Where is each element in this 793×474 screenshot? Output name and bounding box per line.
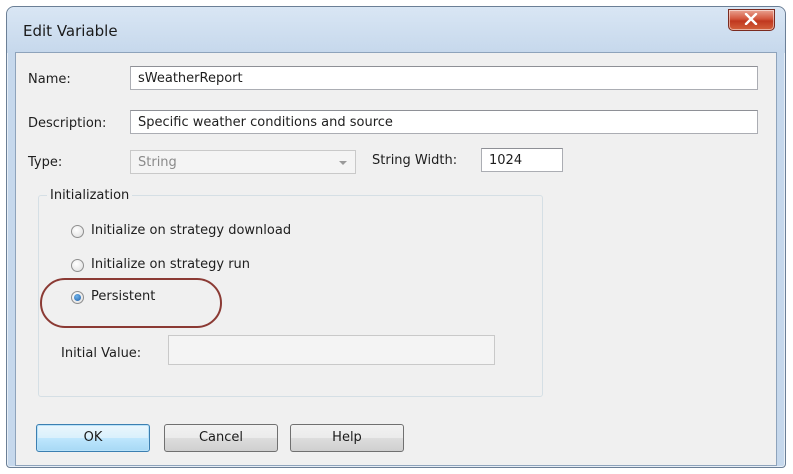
type-value: String: [138, 155, 177, 170]
cancel-button[interactable]: Cancel: [164, 424, 278, 452]
ok-button[interactable]: OK: [36, 424, 150, 452]
initial-value-label: Initial Value:: [61, 346, 142, 361]
name-field[interactable]: sWeatherReport: [130, 66, 758, 90]
radio-button[interactable]: [71, 259, 84, 272]
initial-value-field[interactable]: [168, 335, 495, 365]
name-label: Name:: [28, 72, 71, 87]
title-bar[interactable]: Edit Variable: [7, 7, 785, 53]
help-button[interactable]: Help: [290, 424, 404, 452]
description-value: Specific weather conditions and source: [138, 115, 393, 130]
name-value: sWeatherReport: [138, 71, 243, 86]
type-dropdown[interactable]: String: [130, 150, 356, 174]
close-icon: [744, 13, 758, 25]
radio-label: Initialize on strategy run: [91, 257, 251, 272]
description-field[interactable]: Specific weather conditions and source: [130, 110, 758, 134]
radio-label: Initialize on strategy download: [91, 223, 292, 238]
string-width-value: 1024: [489, 153, 523, 168]
initialization-group-title: Initialization: [47, 188, 133, 203]
dialog-body: Name: sWeatherReport Description: Specif…: [15, 52, 777, 466]
string-width-label: String Width:: [372, 153, 458, 168]
radio-button[interactable]: [71, 225, 84, 238]
string-width-field[interactable]: 1024: [481, 148, 563, 172]
close-button[interactable]: [728, 9, 775, 31]
type-label: Type:: [28, 155, 63, 170]
highlight-annotation-circle: [40, 278, 222, 328]
chevron-down-icon: [339, 161, 347, 165]
dialog-title: Edit Variable: [23, 22, 118, 40]
description-label: Description:: [28, 116, 107, 131]
